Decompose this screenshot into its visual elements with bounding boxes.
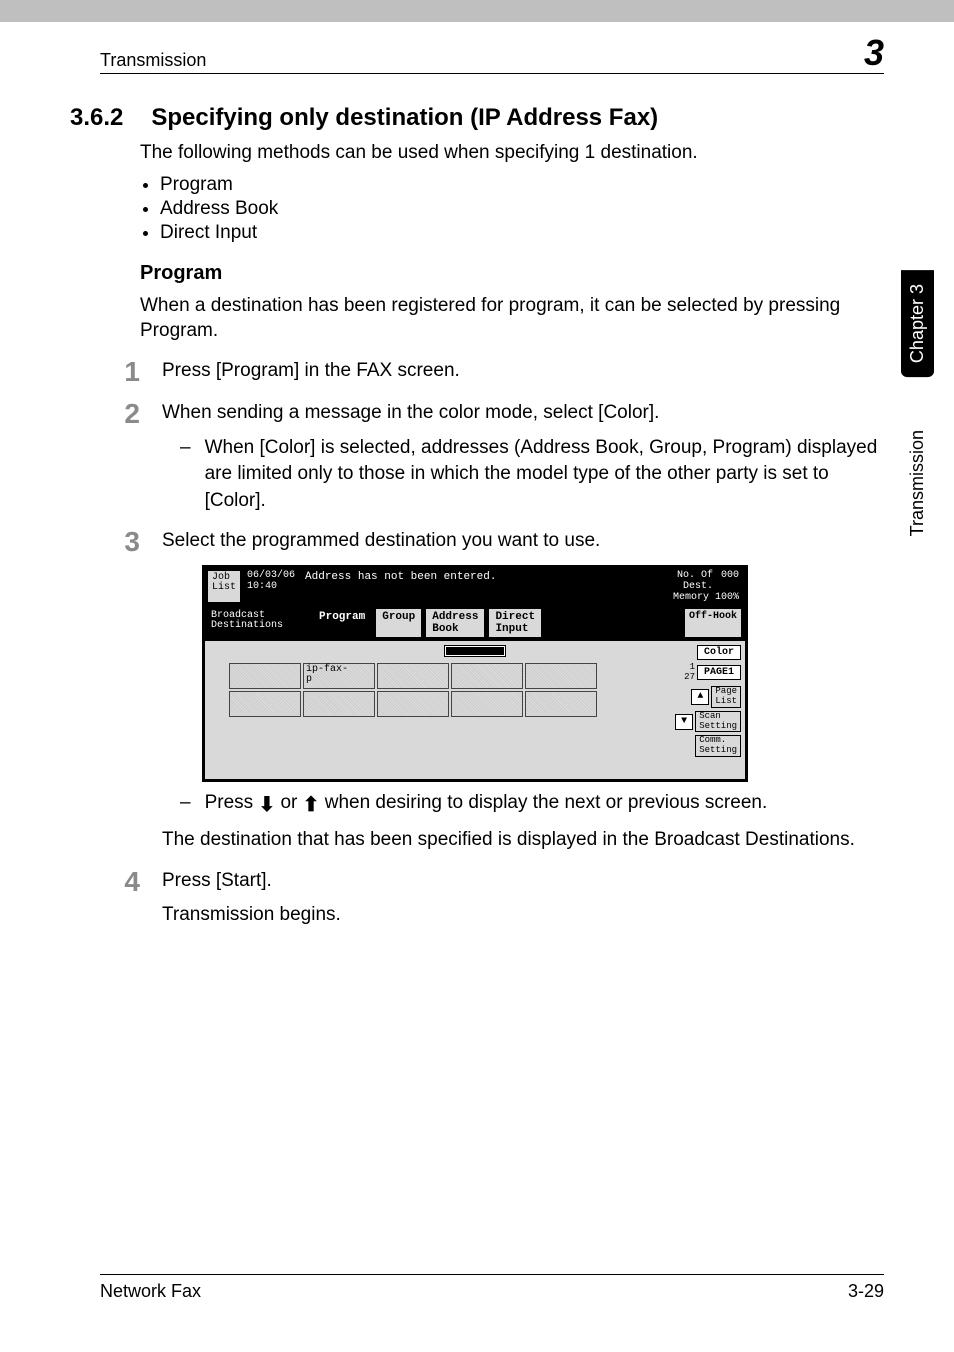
no-of-dest-label: No. Of Dest.	[677, 570, 713, 592]
tab-group[interactable]: Group	[375, 608, 422, 638]
running-head: Transmission 3	[100, 35, 884, 74]
program-cell-empty[interactable]	[229, 691, 301, 717]
running-head-chapter-number: 3	[864, 35, 884, 71]
section-number: 3.6.2	[70, 104, 123, 132]
program-cell-empty[interactable]	[229, 663, 301, 689]
text-fragment: when desiring to display the next or pre…	[325, 792, 768, 813]
color-button[interactable]: Color	[697, 645, 741, 660]
broadcast-destinations-panel: Broadcast Destinations	[208, 608, 309, 638]
arrow-up-icon: ⬆	[303, 791, 320, 819]
step-3-result: The destination that has been specified …	[162, 827, 884, 854]
program-cell-empty[interactable]	[303, 691, 375, 717]
memory-status: Memory 100%	[673, 592, 739, 603]
text-fragment: or	[280, 792, 297, 813]
dash-icon: –	[180, 435, 191, 515]
sub-heading-program: Program	[140, 262, 884, 285]
step-3-text: Select the programmed destination you wa…	[162, 528, 884, 555]
step-number: 1	[110, 358, 140, 386]
side-tab-chapter: Chapter 3	[901, 270, 934, 377]
program-cell-empty[interactable]	[525, 691, 597, 717]
dash-icon: –	[180, 790, 191, 819]
program-cell-empty[interactable]	[377, 691, 449, 717]
top-gray-strip	[0, 0, 954, 22]
letter-selector[interactable]	[444, 645, 506, 657]
step-1-text: Press [Program] in the FAX screen.	[162, 358, 884, 386]
tab-direct-input[interactable]: Direct Input	[488, 608, 542, 638]
no-of-dest-value: 000	[721, 570, 739, 592]
footer-left: Network Fax	[100, 1281, 201, 1302]
scroll-up-icon[interactable]: ▲	[691, 689, 709, 705]
step-number: 2	[110, 400, 140, 514]
running-head-left: Transmission	[100, 50, 206, 71]
scan-setting-button[interactable]: Scan Setting	[695, 711, 741, 733]
step-3-arrow-note: Press ⬇ or ⬆ when desiring to display th…	[205, 790, 768, 819]
page-list-button[interactable]: Page List	[711, 686, 741, 708]
methods-list: Program Address Book Direct Input	[160, 174, 884, 244]
footer-page-number: 3-29	[848, 1281, 884, 1302]
tab-address-book[interactable]: Address Book	[425, 608, 485, 638]
scroll-down-icon[interactable]: ▼	[675, 714, 693, 730]
program-cell-ip-fax-p[interactable]: ip-fax- p	[303, 663, 375, 689]
list-item: Direct Input	[160, 222, 884, 244]
fax-screen: Job List 06/03/06 10:40 Address has not …	[202, 565, 748, 782]
section-title: Specifying only destination (IP Address …	[151, 104, 658, 132]
step-number: 4	[110, 868, 140, 929]
off-hook-button[interactable]: Off-Hook	[684, 608, 742, 638]
arrow-down-icon: ⬇	[258, 791, 275, 819]
page-count: 1 27	[684, 663, 695, 683]
list-item: Program	[160, 174, 884, 196]
side-tab-section: Transmission	[901, 420, 934, 546]
intro-text: The following methods can be used when s…	[140, 140, 884, 166]
fax-datetime: 06/03/06 10:40	[243, 568, 299, 605]
program-cell-empty[interactable]	[377, 663, 449, 689]
comm-setting-button[interactable]: Comm. Setting	[695, 735, 741, 757]
tab-program[interactable]: Program	[312, 608, 372, 638]
job-list-button[interactable]: Job List	[207, 570, 241, 603]
step-number: 3	[110, 528, 140, 853]
step-2-note: When [Color] is selected, addresses (Add…	[205, 435, 884, 515]
step-4-result: Transmission begins.	[162, 902, 884, 929]
fax-status-msg: Address has not been entered.	[299, 568, 673, 605]
step-2-text: When sending a message in the color mode…	[162, 400, 884, 427]
program-grid: ip-fax- p	[229, 663, 741, 717]
text-fragment: Press	[205, 792, 254, 813]
program-intro: When a destination has been registered f…	[140, 293, 884, 344]
step-4-text: Press [Start].	[162, 868, 884, 895]
program-cell-empty[interactable]	[451, 663, 523, 689]
program-cell-empty[interactable]	[451, 691, 523, 717]
list-item: Address Book	[160, 198, 884, 220]
page1-button[interactable]: PAGE1	[697, 665, 741, 680]
program-cell-empty[interactable]	[525, 663, 597, 689]
